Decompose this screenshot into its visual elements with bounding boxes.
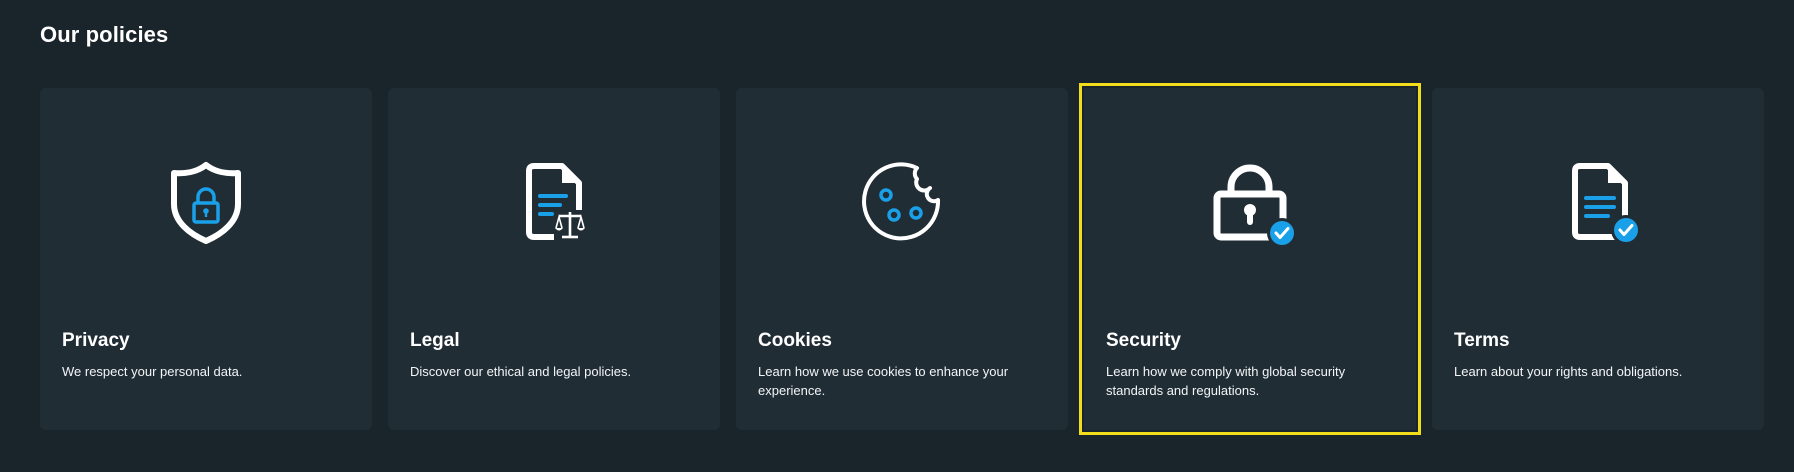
padlock-check-icon: [1200, 152, 1300, 252]
card-description: Discover our ethical and legal policies.: [410, 364, 632, 379]
card-title: Legal: [410, 330, 460, 351]
page-title: Our policies: [40, 22, 169, 47]
document-check-icon: [1548, 152, 1648, 252]
card-description: We respect your personal data.: [62, 364, 243, 379]
policy-card-legal[interactable]: Legal Discover our ethical and legal pol…: [388, 88, 720, 430]
policy-cards: Privacy We respect your personal data. L…: [40, 83, 1764, 435]
policy-card-terms[interactable]: Terms Learn about your rights and obliga…: [1432, 88, 1764, 430]
policy-card-security[interactable]: Security Learn how we comply with global…: [1079, 83, 1421, 435]
card-title: Privacy: [62, 330, 130, 351]
card-title: Security: [1106, 330, 1181, 351]
policy-card-cookies[interactable]: Cookies Learn how we use cookies to enha…: [736, 88, 1068, 430]
cookie-icon: [852, 152, 952, 252]
card-title: Cookies: [758, 330, 832, 351]
policy-card-privacy[interactable]: Privacy We respect your personal data.: [40, 88, 372, 430]
shield-lock-icon: [156, 152, 256, 252]
card-description: Learn how we use cookies to enhance your…: [758, 364, 1009, 398]
card-title: Terms: [1454, 330, 1510, 351]
document-scales-icon: [504, 152, 604, 252]
card-description: Learn how we comply with global security…: [1106, 364, 1346, 398]
card-description: Learn about your rights and obligations.: [1454, 364, 1683, 379]
